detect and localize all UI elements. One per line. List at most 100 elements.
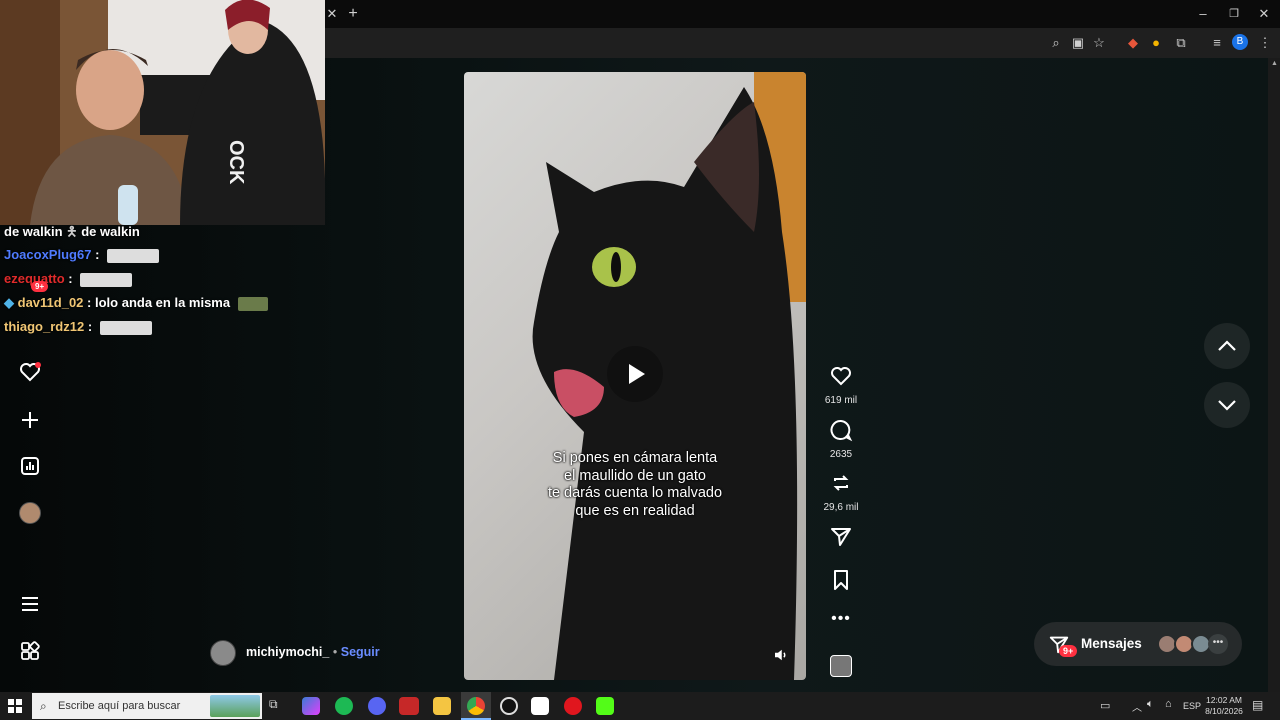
author-username[interactable]: michiymochi_ [246, 645, 329, 659]
repost-count: 29,6 mil [823, 502, 859, 513]
apps-grid-icon[interactable] [18, 639, 42, 663]
chat-username: thiago_rdz12 [4, 319, 85, 334]
search-placeholder: Escribe aquí para buscar [58, 700, 181, 712]
chrome-taskbar-active[interactable] [461, 692, 491, 720]
previous-reel-button[interactable] [1204, 323, 1250, 369]
extension-fox-icon[interactable]: ◆ [1124, 34, 1142, 52]
more-options-icon[interactable]: ••• [820, 610, 862, 628]
profile-avatar[interactable]: B [1232, 34, 1248, 50]
chat-separator: : [87, 295, 92, 310]
repost-icon[interactable] [829, 471, 853, 495]
network-icon[interactable]: ⌂ [1165, 698, 1172, 710]
chat-emote [107, 248, 160, 263]
like-count: 619 mil [824, 395, 858, 406]
heart-icon[interactable] [829, 364, 853, 388]
svg-text:OCK: OCK [225, 140, 247, 185]
diamond-badge-icon: ◆ [4, 295, 14, 310]
search-highlight-image [210, 695, 260, 717]
volume-tray-icon[interactable]: 🔈︎ [1147, 698, 1154, 711]
chat-line: JoacoxPlug67 : [4, 247, 160, 263]
heart-notifications-icon[interactable] [18, 360, 42, 384]
chat-separator: : [87, 319, 93, 334]
like-action[interactable]: 619 mil [820, 364, 862, 406]
messages-button[interactable]: 9+ Mensajes ••• [1034, 622, 1242, 666]
create-plus-icon[interactable] [18, 408, 42, 432]
page-scrollbar[interactable]: ▲ [1268, 58, 1280, 692]
play-button[interactable] [607, 346, 663, 402]
capcut-icon[interactable] [531, 697, 549, 715]
chat-line: ◆ dav11d_02 : lolo anda en la misma [4, 295, 268, 311]
repost-action[interactable]: 29,6 mil [820, 471, 862, 513]
chat-line: ezequatto : [4, 271, 133, 287]
author-row: michiymochi_ • Seguir [246, 645, 380, 659]
bookmark-icon[interactable] [829, 568, 853, 592]
menu-hamburger-icon[interactable] [18, 592, 42, 616]
tray-chevron-icon[interactable]: ︿ [1132, 699, 1142, 714]
person-walking-icon: 🯅 [66, 224, 78, 239]
volume-icon[interactable] [772, 646, 790, 664]
taskbar-search-input[interactable]: ⌕ Escribe aquí para buscar [32, 693, 262, 719]
chat-emote [237, 296, 268, 311]
profile-avatar[interactable] [19, 502, 41, 524]
comment-icon[interactable] [829, 418, 853, 442]
clock-date: 8/10/2026 [1205, 706, 1243, 716]
webcam-scene: OCK [0, 0, 325, 225]
chevron-up-icon [1218, 340, 1236, 351]
caption-line: que es en realidad [575, 502, 695, 519]
media-control-icon[interactable]: ≡ [1208, 34, 1226, 52]
follow-button[interactable]: Seguir [341, 645, 380, 659]
chat-username: de walkin [4, 224, 63, 239]
messages-badge: 9+ [1059, 645, 1078, 657]
comment-count: 2635 [829, 449, 853, 460]
voicemod-icon[interactable] [399, 697, 419, 715]
cast-icon[interactable]: ▣ [1069, 34, 1087, 52]
windows-taskbar: ⌕ Escribe aquí para buscar ⧉ ▭ ︿ 🔈︎ ⌂ ES… [0, 692, 1280, 720]
close-tab-icon[interactable]: ✕ [322, 5, 342, 23]
more-avatars-icon: ••• [1208, 634, 1228, 654]
browser-menu-icon[interactable]: ⋮ [1256, 34, 1274, 52]
chat-emote [80, 272, 133, 287]
author-avatar[interactable] [210, 640, 236, 666]
new-tab-icon[interactable]: + [343, 5, 363, 23]
keyboard-icon[interactable]: ▭ [1100, 699, 1110, 712]
audio-thumbnail[interactable] [830, 655, 852, 677]
file-explorer-icon[interactable] [433, 697, 451, 715]
opera-icon[interactable] [564, 697, 582, 715]
reel-video[interactable]: Si pones en cámara lenta el maullido de … [464, 72, 806, 680]
minimize-icon[interactable]: – [1193, 5, 1213, 23]
discord-icon[interactable] [368, 697, 386, 715]
video-caption: Si pones en cámara lenta el maullido de … [464, 450, 806, 520]
notifications-icon[interactable]: ▤ [1252, 698, 1263, 712]
obs-icon[interactable] [500, 697, 518, 715]
share-send-icon[interactable] [829, 524, 853, 548]
chrome-icon [467, 697, 485, 715]
share-action[interactable] [820, 524, 862, 553]
extensions-puzzle-icon[interactable]: ⧉ [1172, 34, 1190, 52]
task-view-icon[interactable]: ⧉ [269, 697, 287, 715]
save-action[interactable] [820, 568, 862, 597]
bookmark-star-icon[interactable]: ☆ [1090, 34, 1108, 52]
windows-start-icon[interactable] [8, 699, 22, 713]
kick-icon[interactable] [596, 697, 614, 715]
chat-message: de walkin [81, 224, 140, 239]
chat-emote [99, 320, 152, 335]
next-reel-button[interactable] [1204, 382, 1250, 428]
play-icon [629, 364, 645, 384]
messages-label: Mensajes [1081, 636, 1142, 651]
copilot-icon[interactable] [302, 697, 320, 715]
spotify-icon[interactable] [335, 697, 353, 715]
restore-icon[interactable]: ❐ [1224, 5, 1244, 23]
clock-time: 12:02 AM [1206, 695, 1242, 705]
chat-username: dav11d_02 [17, 295, 84, 310]
zoom-icon[interactable]: ⌕ [1047, 34, 1065, 52]
chat-separator: : [95, 247, 100, 262]
close-window-icon[interactable]: ✕ [1254, 5, 1274, 23]
extension-color-icon[interactable]: ● [1147, 34, 1165, 52]
comment-action[interactable]: 2635 [820, 418, 862, 460]
chat-username: JoacoxPlug67 [4, 247, 92, 262]
clock[interactable]: 12:02 AM 8/10/2026 [1203, 695, 1245, 717]
notification-badge: 9+ [31, 281, 49, 292]
language-indicator[interactable]: ESP [1183, 701, 1201, 711]
dashboard-icon[interactable] [18, 454, 42, 478]
caption-line: Si pones en cámara lenta [552, 450, 718, 466]
